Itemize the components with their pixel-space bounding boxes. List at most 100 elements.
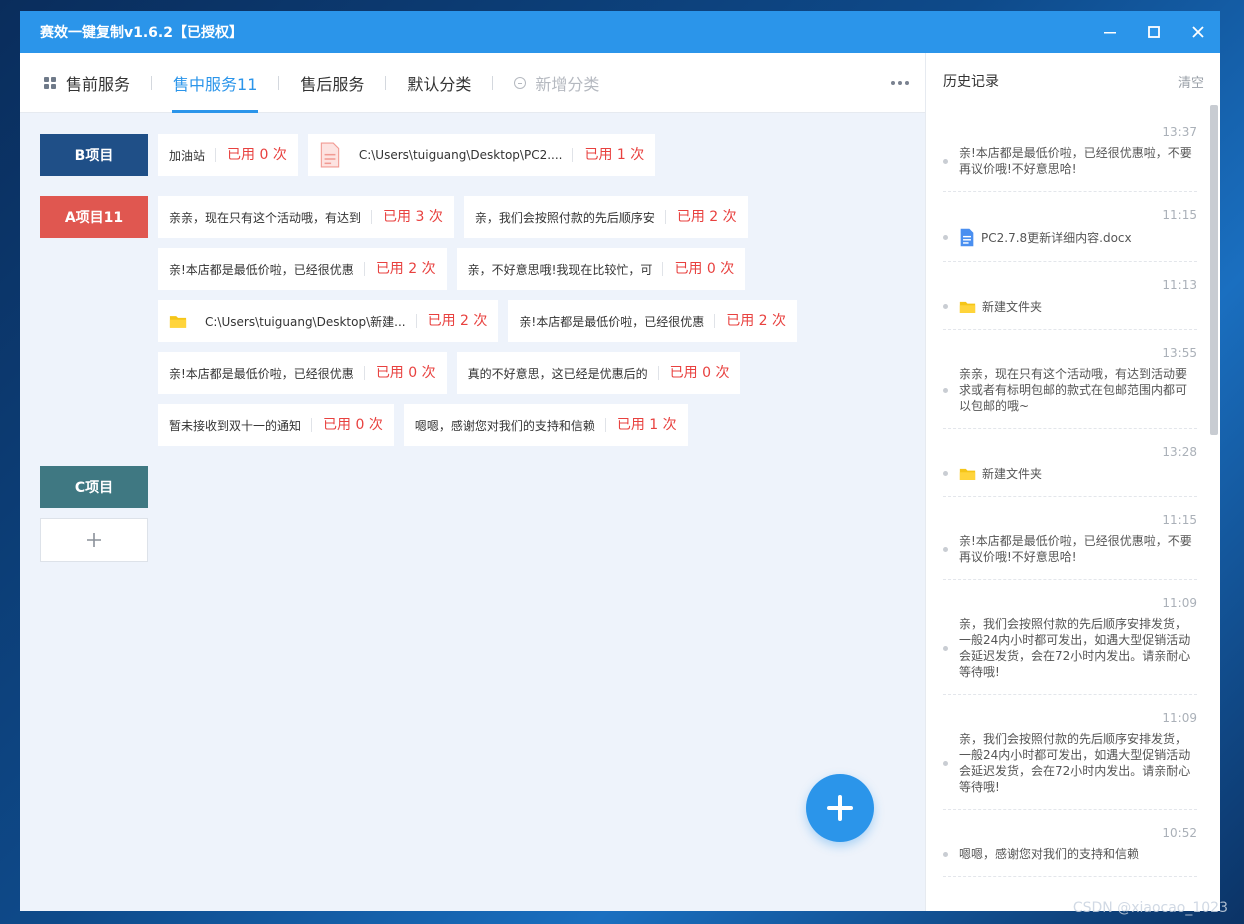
phrase-text: C:\Users\tuiguang\Desktop\新建...: [205, 314, 406, 329]
tab-aftersale[interactable]: 售后服务: [279, 53, 385, 113]
tab-label: 默认分类: [407, 74, 472, 94]
usage-count: 已用 2 次: [415, 314, 487, 328]
tab-label: 售后服务: [300, 74, 365, 94]
usage-count: 已用 0 次: [363, 366, 436, 380]
history-item[interactable]: 11:09 亲，我们会按照付款的先后顺序安排发货，一般24内小时都可发出，如遇大型…: [943, 580, 1197, 695]
grid-icon: [44, 76, 56, 89]
bullet-dot: [943, 546, 948, 552]
phrase-group: C项目: [40, 466, 900, 508]
tab-in-sale[interactable]: 售中服务11: [152, 53, 278, 113]
group-label[interactable]: C项目: [40, 466, 148, 508]
history-item[interactable]: 10:52 嗯嗯，感谢您对我们的支持和信赖: [943, 810, 1197, 877]
history-title: 历史记录: [943, 74, 999, 90]
main-panel: 售前服务 售中服务11 售后服务 默认分类 新增分类 B项目 加油站 已用 0 …: [20, 53, 925, 911]
history-time: 11:13: [1162, 278, 1197, 292]
history-time: 11:09: [1162, 596, 1197, 610]
more-options-icon[interactable]: [891, 53, 909, 113]
history-item[interactable]: 11:15 PC2.7.8更新详细内容.docx: [943, 192, 1197, 262]
history-item[interactable]: 13:28 新建文件夹: [943, 429, 1197, 497]
watermark: CSDN @xiaocao_1023: [1072, 900, 1228, 916]
group-label[interactable]: A项目11: [40, 196, 148, 238]
history-time: 13:37: [1162, 125, 1197, 139]
add-category-tab[interactable]: 新增分类: [493, 53, 620, 113]
history-item[interactable]: 11:09 亲，我们会按照付款的先后顺序安排发货，一般24内小时都可发出，如遇大型…: [943, 695, 1197, 810]
add-group-button[interactable]: [40, 518, 148, 562]
history-file-name: 新建文件夹: [982, 467, 1043, 481]
phrase-item[interactable]: 亲，我们会按照付款的先后顺序安 已用 2 次: [463, 196, 748, 238]
history-item[interactable]: 11:13 新建文件夹: [943, 262, 1197, 330]
close-icon: [1192, 26, 1204, 38]
history-panel: 历史记录 清空 13:37 亲!本店都是最低价啦，已经很优惠啦，不要再议价哦!不好…: [925, 53, 1220, 911]
history-text: 亲亲，现在只有这个活动哦，有达到活动要求或者有标明包邮的款式在包邮范围内都可以包…: [959, 367, 1188, 413]
history-text: 亲!本店都是最低价啦，已经很优惠啦，不要再议价哦!不好意思哈!: [959, 534, 1192, 564]
usage-count: 已用 2 次: [714, 314, 786, 328]
usage-count: 已用 1 次: [572, 148, 644, 162]
phrase-item[interactable]: 亲亲，现在只有这个活动哦，有达到 已用 3 次: [158, 196, 454, 238]
phrase-groups: B项目 加油站 已用 0 次 C:\Users\tuiguang\Desktop\PC…: [40, 134, 900, 562]
history-scrollbar[interactable]: [1210, 105, 1218, 435]
document-icon: [319, 142, 341, 168]
phrase-item[interactable]: 真的不好意思，这已经是优惠后的 已用 0 次: [456, 352, 741, 394]
phrase-text: 加油站: [169, 148, 206, 163]
folder-icon: [959, 467, 976, 481]
usage-count: 已用 0 次: [215, 148, 287, 162]
phrase-item[interactable]: C:\Users\tuiguang\Desktop\新建... 已用 2 次: [158, 300, 499, 342]
add-circle-icon: [514, 76, 527, 89]
phrase-item[interactable]: 暂未接收到双十一的通知 已用 0 次: [158, 404, 394, 446]
phrase-text: 亲!本店都是最低价啦，已经很优惠: [169, 262, 354, 277]
close-button[interactable]: [1176, 11, 1220, 53]
usage-count: 已用 1 次: [604, 418, 677, 432]
folder-icon: [169, 315, 187, 328]
maximize-button[interactable]: [1132, 11, 1176, 53]
history-item[interactable]: 13:37 亲!本店都是最低价啦，已经很优惠啦，不要再议价哦!不好意思哈!: [943, 109, 1197, 192]
phrase-item[interactable]: 嗯嗯，感谢您对我们的支持和信赖 已用 1 次: [403, 404, 688, 446]
history-item[interactable]: 13:55 亲亲，现在只有这个活动哦，有达到活动要求或者有标明包邮的款式在包邮范围…: [943, 330, 1197, 429]
phrase-item[interactable]: 亲!本店都是最低价啦，已经很优惠 已用 2 次: [158, 248, 447, 290]
history-text: 亲，我们会按照付款的先后顺序安排发货，一般24内小时都可发出，如遇大型促销活动会…: [959, 732, 1191, 794]
usage-count: 已用 0 次: [657, 366, 729, 380]
document-icon: [959, 228, 975, 247]
phrase-text: 暂未接收到双十一的通知: [169, 418, 302, 433]
folder-icon: [959, 468, 976, 480]
phrase-item[interactable]: 加油站 已用 0 次: [158, 134, 298, 176]
minimize-button[interactable]: [1088, 11, 1132, 53]
history-item[interactable]: 11:15 亲!本店都是最低价啦，已经很优惠啦，不要再议价哦!不好意思哈!: [943, 497, 1197, 580]
bullet-dot: [943, 471, 948, 476]
tab-presale[interactable]: 售前服务: [40, 53, 151, 113]
history-file-name: 新建文件夹: [982, 300, 1043, 314]
add-phrase-button[interactable]: [806, 774, 874, 842]
group-items: 亲亲，现在只有这个活动哦，有达到 已用 3 次亲，我们会按照付款的先后顺序安 已用 …: [158, 196, 898, 456]
history-time: 10:52: [1162, 826, 1197, 840]
history-time: 13:55: [1162, 346, 1197, 360]
tab-label: 新增分类: [535, 74, 600, 94]
phrase-item[interactable]: 亲，不好意思哦!我现在比较忙，可 已用 0 次: [456, 248, 746, 290]
app-window: 赛效一键复制v1.6.2【已授权】 售前服务 售中服务11 售后服务 默认分类 …: [20, 11, 1220, 911]
group-label[interactable]: B项目: [40, 134, 148, 176]
usage-count: 已用 2 次: [363, 262, 436, 276]
history-text: 亲!本店都是最低价啦，已经很优惠啦，不要再议价哦!不好意思哈!: [959, 146, 1192, 176]
history-time: 11:15: [1162, 208, 1197, 222]
phrase-text: 亲亲，现在只有这个活动哦，有达到: [169, 210, 362, 225]
category-tabs: 售前服务 售中服务11 售后服务 默认分类 新增分类: [20, 53, 925, 113]
bullet-dot: [943, 851, 948, 857]
phrase-text: 亲!本店都是最低价啦，已经很优惠: [169, 366, 354, 381]
clear-history-button[interactable]: 清空: [1178, 72, 1204, 91]
tab-default[interactable]: 默认分类: [386, 53, 492, 113]
phrase-item[interactable]: 亲!本店都是最低价啦，已经很优惠 已用 2 次: [508, 300, 798, 342]
history-header: 历史记录 清空: [926, 53, 1220, 109]
phrase-item[interactable]: C:\Users\tuiguang\Desktop\PC2.... 已用 1 次: [307, 134, 656, 176]
folder-icon: [959, 300, 976, 314]
window-title: 赛效一键复制v1.6.2【已授权】: [40, 25, 243, 41]
usage-count: 已用 3 次: [371, 210, 443, 224]
usage-count: 已用 0 次: [311, 418, 383, 432]
minimize-icon: [1104, 32, 1116, 34]
phrase-item[interactable]: 亲!本店都是最低价啦，已经很优惠 已用 0 次: [158, 352, 447, 394]
group-items: [158, 466, 898, 508]
usage-count: 已用 2 次: [664, 210, 737, 224]
history-time: 11:09: [1162, 711, 1197, 725]
history-text: 嗯嗯，感谢您对我们的支持和信赖: [959, 847, 1140, 861]
tab-label: 售中服务11: [173, 74, 258, 94]
usage-count: 已用 0 次: [662, 262, 734, 276]
title-bar: 赛效一键复制v1.6.2【已授权】: [20, 11, 1220, 53]
phrase-group: A项目11 亲亲，现在只有这个活动哦，有达到 已用 3 次亲，我们会按照付款的先后顺…: [40, 196, 900, 456]
